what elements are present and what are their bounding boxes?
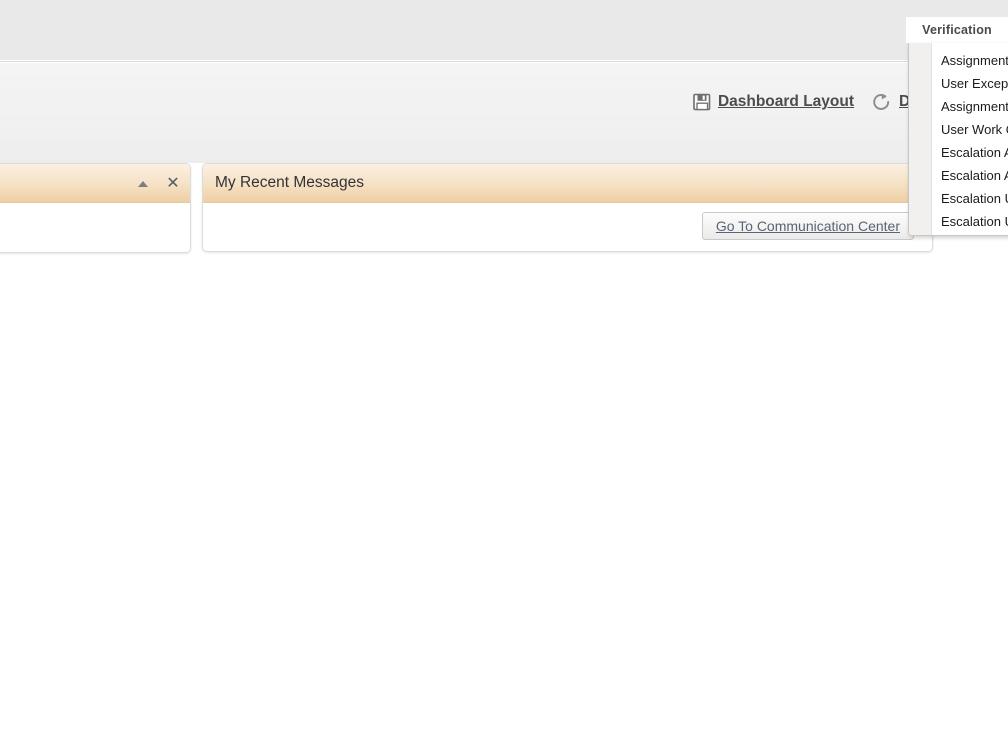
my-recent-messages-panel: My Recent Messages Go To Communication C… <box>202 163 933 252</box>
dashboard-toolbar: Dashboard Layout Def <box>0 63 1008 163</box>
top-menu-bar: Verification <box>0 0 1008 62</box>
left-panel-body <box>0 203 190 252</box>
my-recent-messages-header: My Recent Messages <box>203 164 932 203</box>
dropdown-item-assignment-1[interactable]: Assignment <box>933 49 1008 72</box>
dropdown-icon-gutter <box>909 43 932 235</box>
dropdown-item-label: Escalation Us <box>941 191 1008 206</box>
go-to-communication-center-button[interactable]: Go To Communication Center <box>701 212 914 240</box>
left-dashboard-panel: ✕ <box>0 163 191 253</box>
save-icon <box>693 93 711 111</box>
dashboard-layout-label: Dashboard Layout <box>717 93 855 110</box>
dropdown-item-list: Assignment User Exception Assignment Use… <box>933 49 1008 233</box>
dropdown-item-user-work-queue[interactable]: User Work Q <box>933 118 1008 141</box>
toolbar-action-group: Dashboard Layout Def <box>693 92 924 112</box>
dropdown-item-label: Escalation Us <box>941 214 1008 229</box>
dropdown-item-assignment-2[interactable]: Assignment <box>933 95 1008 118</box>
dropdown-item-escalation-user-2[interactable]: Escalation Us <box>933 210 1008 233</box>
dropdown-item-escalation-assignment-1[interactable]: Escalation As <box>933 141 1008 164</box>
menu-tab-verification[interactable]: Verification <box>906 17 1008 43</box>
left-panel-header-tools: ✕ <box>136 164 180 203</box>
dropdown-item-label: Assignment <box>941 53 1008 68</box>
my-recent-messages-title: My Recent Messages <box>215 174 365 191</box>
dropdown-item-label: User Exception <box>941 76 1008 91</box>
dashboard-layout-action[interactable]: Dashboard Layout <box>693 93 854 111</box>
my-recent-messages-body: Go To Communication Center <box>203 203 932 251</box>
dropdown-item-label: Escalation As <box>941 168 1008 183</box>
dashboard-panel-area: ✕ My Recent Messages Go To Communication… <box>0 163 1008 255</box>
menu-tab-label: Verification <box>922 23 992 37</box>
dropdown-item-user-exception[interactable]: User Exception <box>933 72 1008 95</box>
left-panel-header: ✕ <box>0 164 190 203</box>
dropdown-item-escalation-assignment-2[interactable]: Escalation As <box>933 164 1008 187</box>
dropdown-item-label: User Work Q <box>941 122 1008 137</box>
collapse-triangle-icon[interactable] <box>136 177 150 191</box>
dropdown-item-label: Escalation As <box>941 145 1008 160</box>
menu-bar-divider <box>0 60 1008 61</box>
dropdown-item-escalation-user-1[interactable]: Escalation Us <box>933 187 1008 210</box>
refresh-icon <box>872 92 892 112</box>
dropdown-item-label: Assignment <box>941 99 1008 114</box>
close-icon[interactable]: ✕ <box>166 175 180 191</box>
go-to-communication-center-label: Go To Communication Center <box>715 218 900 234</box>
verification-dropdown-menu: Assignment User Exception Assignment Use… <box>908 43 1008 236</box>
